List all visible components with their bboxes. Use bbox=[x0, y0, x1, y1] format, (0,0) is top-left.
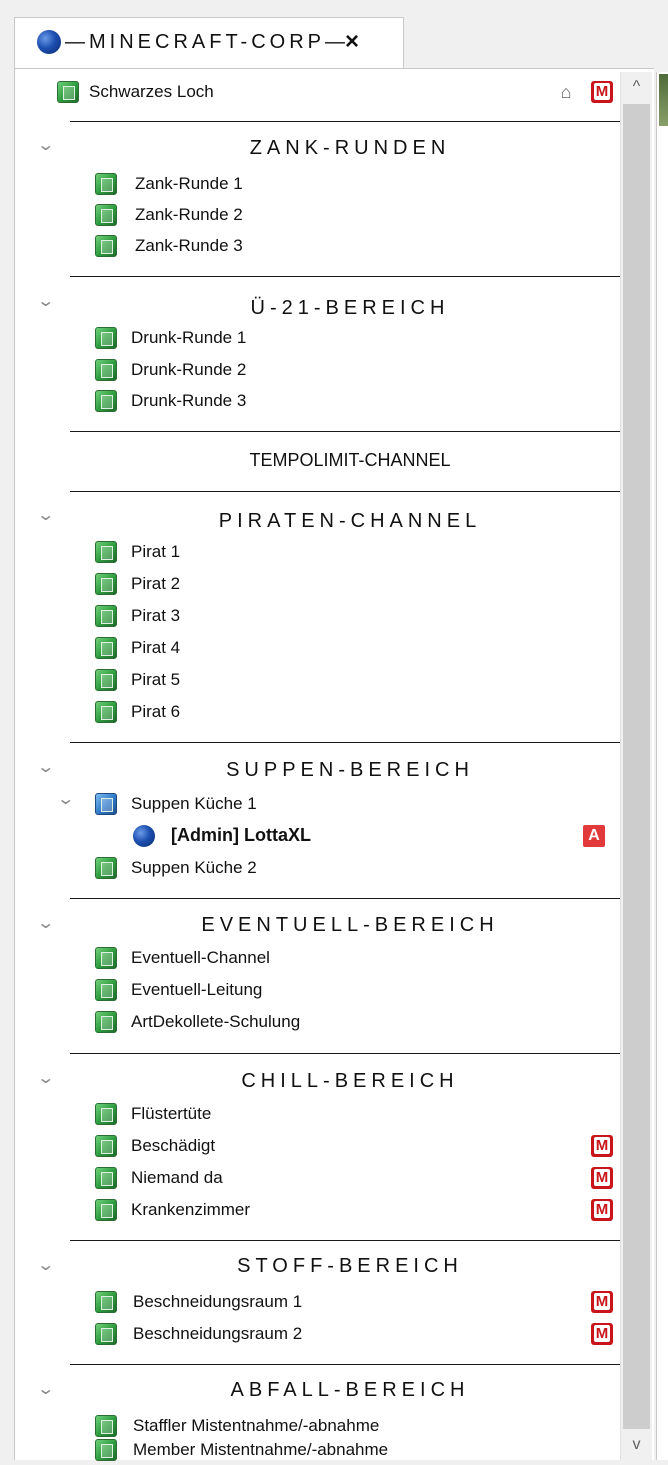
channel-label: Pirat 3 bbox=[131, 606, 181, 625]
moderated-icon: M bbox=[591, 1135, 613, 1157]
channel-label: Zank-Runde 3 bbox=[135, 236, 243, 255]
channel-icon bbox=[95, 1011, 117, 1033]
vertical-scrollbar[interactable]: ^ v bbox=[620, 72, 652, 1460]
side-panel-edge bbox=[656, 72, 668, 1460]
section-title[interactable]: CHILL-BEREICH bbox=[70, 1070, 630, 1093]
channel-label: Zank-Runde 1 bbox=[135, 174, 243, 193]
channel-label: Beschädigt bbox=[131, 1136, 216, 1155]
admin-group-icon: A bbox=[583, 825, 605, 847]
channel-label: Pirat 2 bbox=[131, 574, 181, 593]
channel-label: Pirat 5 bbox=[131, 670, 181, 689]
preview-thumbnail bbox=[659, 74, 668, 126]
channel-icon bbox=[95, 541, 117, 563]
channel-tree: Schwarzes Loch ⌂ M ⌄ ZANK-RUNDEN Zank-Ru… bbox=[14, 68, 654, 1461]
channel-icon bbox=[95, 669, 117, 691]
channel-label: Suppen Küche 1 bbox=[131, 794, 257, 813]
tab-bar: —MINECRAFT-CORP— × bbox=[0, 0, 668, 69]
section-title[interactable]: STOFF-BEREICH bbox=[70, 1255, 630, 1278]
channel-label: Krankenzimmer bbox=[131, 1200, 251, 1219]
server-tab-title: —MINECRAFT-CORP— bbox=[65, 31, 349, 53]
moderated-icon: M bbox=[591, 1323, 613, 1345]
section-title[interactable]: SUPPEN-BEREICH bbox=[70, 759, 630, 782]
channel-label: Drunk-Runde 3 bbox=[131, 391, 247, 410]
channel-label: Staffler Mistentnahme/-abnahme bbox=[133, 1416, 380, 1435]
scroll-up-icon[interactable]: ^ bbox=[621, 72, 652, 102]
channel-icon bbox=[57, 81, 79, 103]
channel-label: Pirat 4 bbox=[131, 638, 181, 657]
channel-icon bbox=[95, 857, 117, 879]
channel-icon bbox=[95, 204, 117, 226]
channel-icon bbox=[95, 605, 117, 627]
channel-label: Suppen Küche 2 bbox=[131, 858, 257, 877]
user-name[interactable]: [Admin] LottaXL bbox=[171, 825, 311, 846]
moderated-icon: M bbox=[591, 1291, 613, 1313]
chevron-down-icon[interactable]: ⌄ bbox=[36, 135, 55, 155]
channel-icon bbox=[95, 1291, 117, 1313]
section-title[interactable]: EVENTUELL-BEREICH bbox=[70, 914, 630, 937]
channel-label: Member Mistentnahme/-abnahme bbox=[133, 1440, 389, 1459]
channel-icon bbox=[95, 573, 117, 595]
moderated-icon: M bbox=[591, 1199, 613, 1221]
channel-icon bbox=[95, 1323, 117, 1345]
channel-label: Niemand da bbox=[131, 1168, 223, 1187]
channel-label: Drunk-Runde 2 bbox=[131, 360, 247, 379]
moderated-icon: M bbox=[591, 1167, 613, 1189]
channel-icon bbox=[95, 979, 117, 1001]
section-title[interactable]: ZANK-RUNDEN bbox=[70, 137, 630, 160]
channel-label: Zank-Runde 2 bbox=[135, 205, 243, 224]
home-icon: ⌂ bbox=[560, 82, 572, 102]
channel-icon bbox=[95, 1199, 117, 1221]
channel-icon bbox=[95, 793, 117, 815]
close-icon[interactable]: × bbox=[345, 28, 359, 56]
section-title[interactable]: Ü-21-BEREICH bbox=[70, 297, 630, 320]
user-status-icon bbox=[133, 825, 155, 847]
channel-label: Schwarzes Loch bbox=[89, 82, 214, 101]
channel-icon bbox=[95, 1439, 117, 1461]
channel-label: Eventuell-Leitung bbox=[131, 980, 263, 999]
channel-label: ArtDekollete-Schulung bbox=[131, 1012, 301, 1031]
chevron-down-icon[interactable]: ⌄ bbox=[36, 1379, 55, 1399]
channel-label: Pirat 1 bbox=[131, 542, 181, 561]
channel-icon bbox=[95, 1167, 117, 1189]
channel-icon bbox=[95, 359, 117, 381]
chevron-down-icon[interactable]: ⌄ bbox=[36, 913, 55, 933]
chevron-down-icon[interactable]: ⌄ bbox=[36, 757, 55, 777]
channel-icon bbox=[95, 637, 117, 659]
channel-icon bbox=[95, 701, 117, 723]
channel-icon bbox=[95, 947, 117, 969]
channel-label: Beschneidungsraum 1 bbox=[133, 1292, 303, 1311]
channel-label: Flüstertüte bbox=[131, 1104, 212, 1123]
chevron-down-icon[interactable]: ⌄ bbox=[36, 505, 55, 525]
scroll-down-icon[interactable]: v bbox=[621, 1430, 652, 1460]
channel-icon bbox=[95, 1103, 117, 1125]
chevron-down-icon[interactable]: ⌄ bbox=[36, 1068, 55, 1088]
channel-icon bbox=[95, 390, 117, 412]
section-title[interactable]: ABFALL-BEREICH bbox=[70, 1379, 630, 1402]
channel-icon bbox=[95, 327, 117, 349]
scrollbar-thumb[interactable] bbox=[623, 104, 650, 1429]
chevron-down-icon[interactable]: ⌄ bbox=[56, 789, 75, 809]
section-title[interactable]: PIRATEN-CHANNEL bbox=[70, 510, 630, 533]
chevron-down-icon[interactable]: ⌄ bbox=[36, 1255, 55, 1275]
server-tab[interactable]: —MINECRAFT-CORP— × bbox=[14, 17, 404, 69]
channel-icon bbox=[95, 1415, 117, 1437]
channel-label: Drunk-Runde 1 bbox=[131, 328, 247, 347]
chevron-down-icon[interactable]: ⌄ bbox=[36, 291, 55, 311]
moderated-icon: M bbox=[591, 81, 613, 103]
channel-icon bbox=[95, 173, 117, 195]
channel-icon bbox=[95, 235, 117, 257]
section-title[interactable]: TEMPOLIMIT-CHANNEL bbox=[70, 450, 630, 471]
channel-icon bbox=[95, 1135, 117, 1157]
globe-icon bbox=[37, 30, 61, 54]
channel-label: Beschneidungsraum 2 bbox=[133, 1324, 303, 1343]
channel-label: Pirat 6 bbox=[131, 702, 181, 721]
channel-label: Eventuell-Channel bbox=[131, 948, 270, 967]
